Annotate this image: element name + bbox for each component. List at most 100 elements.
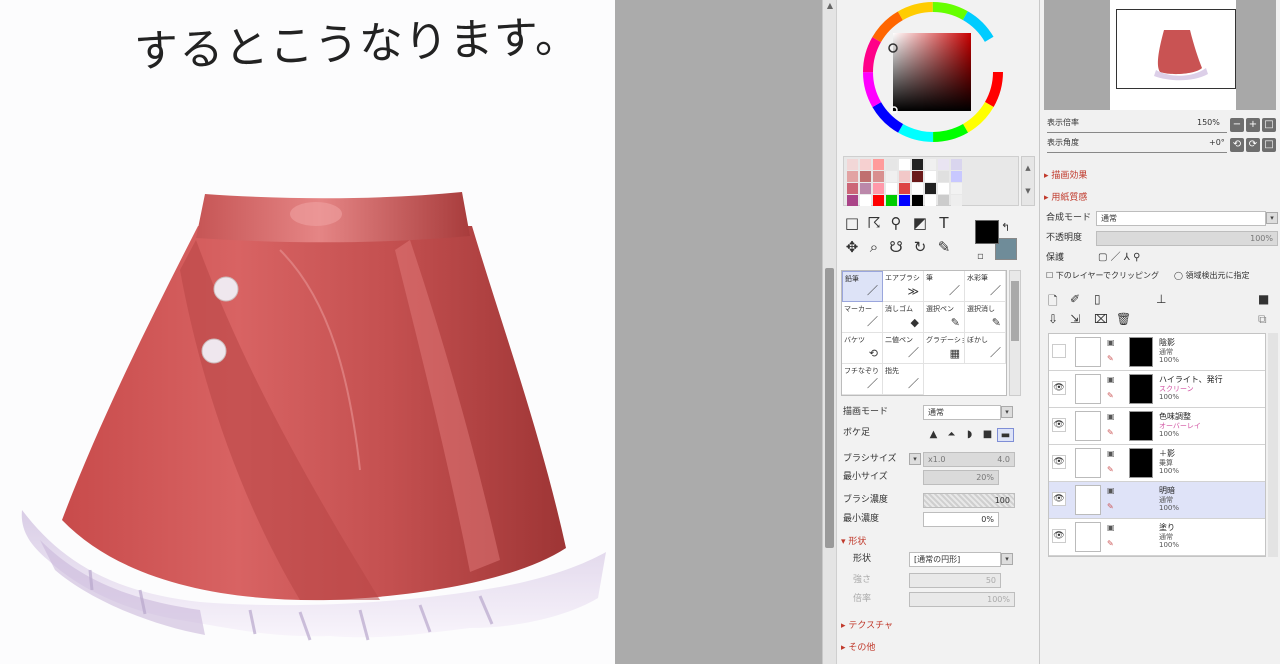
layer-visibility-icon[interactable]: 👁 <box>1052 381 1066 395</box>
swatch-scroll-icon[interactable]: ▲ ▼ <box>1021 156 1035 206</box>
shape-select[interactable]: [通常の円形] <box>909 552 1001 567</box>
layer-row[interactable]: 👁 ▣ ✎ 塗り 通常 100% <box>1049 519 1265 556</box>
clear-layer-icon[interactable]: ⌧ <box>1094 312 1108 326</box>
brush-tool[interactable]: フチなぞり ／ <box>842 364 883 395</box>
move-icon[interactable]: ✥ <box>843 238 861 256</box>
layer-row[interactable]: 👁 ▣ ✎ 色味調整 オーバーレイ 100% <box>1049 408 1265 445</box>
scroll-thumb[interactable] <box>825 268 834 548</box>
color-swatch[interactable] <box>886 159 897 170</box>
layer-visibility-icon[interactable]: 👁 <box>1052 492 1066 506</box>
brush-tool[interactable]: エアブラシ ≫ <box>883 271 924 302</box>
shape-icon[interactable]: ◩ <box>911 214 929 232</box>
rect-select-icon[interactable]: □ <box>843 214 861 232</box>
color-swatch[interactable] <box>886 183 897 194</box>
layer-lock-icon[interactable]: ▣ <box>1107 338 1115 347</box>
brush-size-slider[interactable]: x1.0 4.0 <box>923 452 1015 467</box>
scroll-up-icon[interactable]: ▲ <box>825 1 835 11</box>
shape-dropdown-icon[interactable]: ▾ <box>1001 553 1013 565</box>
new-folder-icon[interactable]: ▯ <box>1094 292 1101 306</box>
edge-square-icon[interactable]: ▬ <box>997 428 1014 442</box>
panel-menu-icon[interactable]: ⧉ <box>1258 312 1267 327</box>
blend-mode-dropdown-icon[interactable]: ▾ <box>1001 406 1013 418</box>
size-mult-dropdown-icon[interactable]: ▾ <box>909 453 921 465</box>
color-swatch[interactable] <box>873 183 884 194</box>
color-swatch[interactable] <box>860 159 871 170</box>
delete-layer-icon[interactable]: 🗑 <box>1116 312 1131 326</box>
brush-tool[interactable]: ぼかし／ <box>965 333 1006 364</box>
color-swatch[interactable] <box>847 183 858 194</box>
color-swatch[interactable] <box>899 195 910 206</box>
color-wheel[interactable] <box>843 0 1039 152</box>
brush-density-slider[interactable]: 100 <box>923 493 1015 508</box>
brush-tool[interactable]: バケツ ⟲ <box>842 333 883 364</box>
color-swatch[interactable] <box>873 195 884 206</box>
brush-tool[interactable]: 筆／ <box>924 271 965 302</box>
rotate-cw-button[interactable]: ⟳ <box>1246 138 1260 152</box>
hand-icon[interactable]: ☋ <box>887 238 905 256</box>
edge-flat-icon[interactable]: ■ <box>979 428 996 442</box>
layer-row[interactable]: 👁 ▣ ✎ ハイライト、発行 スクリーン 100% <box>1049 371 1265 408</box>
color-swatch[interactable] <box>847 195 858 206</box>
color-swatch[interactable] <box>938 159 949 170</box>
edge-soft-icon[interactable]: ◗ <box>961 428 978 442</box>
color-swatch[interactable] <box>925 195 936 206</box>
layer-visibility-icon[interactable] <box>1052 344 1066 358</box>
layer-clip-icon[interactable]: ✎ <box>1107 465 1114 474</box>
navigator-view[interactable] <box>1044 0 1276 110</box>
brush-tool[interactable]: 鉛筆 ／ <box>842 271 883 302</box>
brush-tool[interactable]: 選択ペン ✎ <box>924 302 965 333</box>
brush-tool[interactable]: グラデーション ▦ <box>924 333 965 364</box>
brush-tool[interactable]: マーカー ／ <box>842 302 883 333</box>
zoom-out-button[interactable]: − <box>1230 118 1244 132</box>
text-tool-icon[interactable]: T <box>935 214 953 232</box>
color-swatch[interactable] <box>873 171 884 182</box>
brush-tool[interactable]: 消しゴム ◆ <box>883 302 924 333</box>
color-swatch[interactable] <box>925 171 936 182</box>
select-source-row[interactable]: ◯ 領域検出元に指定 <box>1174 268 1250 284</box>
layer-row[interactable]: ▣ ✎ 陰影 通常 100% <box>1049 334 1265 371</box>
color-swatch[interactable] <box>899 171 910 182</box>
lasso-icon[interactable]: ☈ <box>865 214 883 232</box>
transfer-down-icon[interactable]: ⇩ <box>1048 312 1058 326</box>
texture-section-toggle[interactable]: ▸ テクスチャ <box>841 618 893 631</box>
rotate-icon[interactable]: ↻ <box>911 238 929 256</box>
color-swatch[interactable] <box>912 171 923 182</box>
reset-colors-icon[interactable]: ▫ <box>977 251 984 262</box>
color-swatch[interactable] <box>925 159 936 170</box>
min-density-slider[interactable]: 0% <box>923 512 999 527</box>
layer-lock-icon[interactable]: ▣ <box>1107 375 1115 384</box>
magic-wand-icon[interactable]: ⚲ <box>887 214 905 232</box>
navigator-viewport-frame[interactable] <box>1116 9 1236 89</box>
brush-tool[interactable]: 水彩筆／ <box>965 271 1006 302</box>
shape-section-toggle[interactable]: ▾ 形状 <box>841 534 866 547</box>
color-swatch[interactable] <box>860 171 871 182</box>
layer-visibility-icon[interactable]: 👁 <box>1052 455 1066 469</box>
color-swatch[interactable] <box>938 171 949 182</box>
shape-strength-slider[interactable]: 50 <box>909 573 1001 588</box>
angle-slider[interactable] <box>1047 152 1227 153</box>
zoom-in-button[interactable]: + <box>1246 118 1260 132</box>
color-swatch[interactable] <box>899 159 910 170</box>
layer-move-icon[interactable]: ⊥ <box>1156 292 1166 306</box>
brush-tool[interactable]: 二値ペン ／ <box>883 333 924 364</box>
protect-icons[interactable]: ▢ ／ ⅄ ⚲ <box>1098 250 1140 266</box>
zoom-slider[interactable] <box>1047 132 1227 133</box>
layer-clip-icon[interactable]: ✎ <box>1107 539 1114 548</box>
color-swatches[interactable] <box>843 156 1019 206</box>
layer-row[interactable]: 👁 ▣ ✎ ＋影 乗算 100% <box>1049 445 1265 482</box>
draw-effect-section[interactable]: ▸ 描画効果 <box>1044 168 1087 181</box>
layer-option-icon[interactable]: ■ <box>1258 292 1269 306</box>
layer-row[interactable]: 👁 ▣ ✎ 明暗 通常 100% <box>1049 482 1265 519</box>
edge-medium-icon[interactable]: ⏶ <box>943 428 960 442</box>
layer-lock-icon[interactable]: ▣ <box>1107 523 1115 532</box>
min-size-slider[interactable]: 20% <box>923 470 999 485</box>
color-swatch[interactable] <box>860 195 871 206</box>
swap-colors-icon[interactable]: ↰ <box>1001 221 1010 234</box>
brush-tool[interactable]: 指先 ／ <box>883 364 924 395</box>
rotate-ccw-button[interactable]: ⟲ <box>1230 138 1244 152</box>
layer-clip-icon[interactable]: ✎ <box>1107 502 1114 511</box>
color-swatch[interactable] <box>847 171 858 182</box>
blend-mode-select[interactable]: 通常 <box>923 405 1001 420</box>
zoom-fit-button[interactable]: □ <box>1262 118 1276 132</box>
layer-lock-icon[interactable]: ▣ <box>1107 486 1115 495</box>
